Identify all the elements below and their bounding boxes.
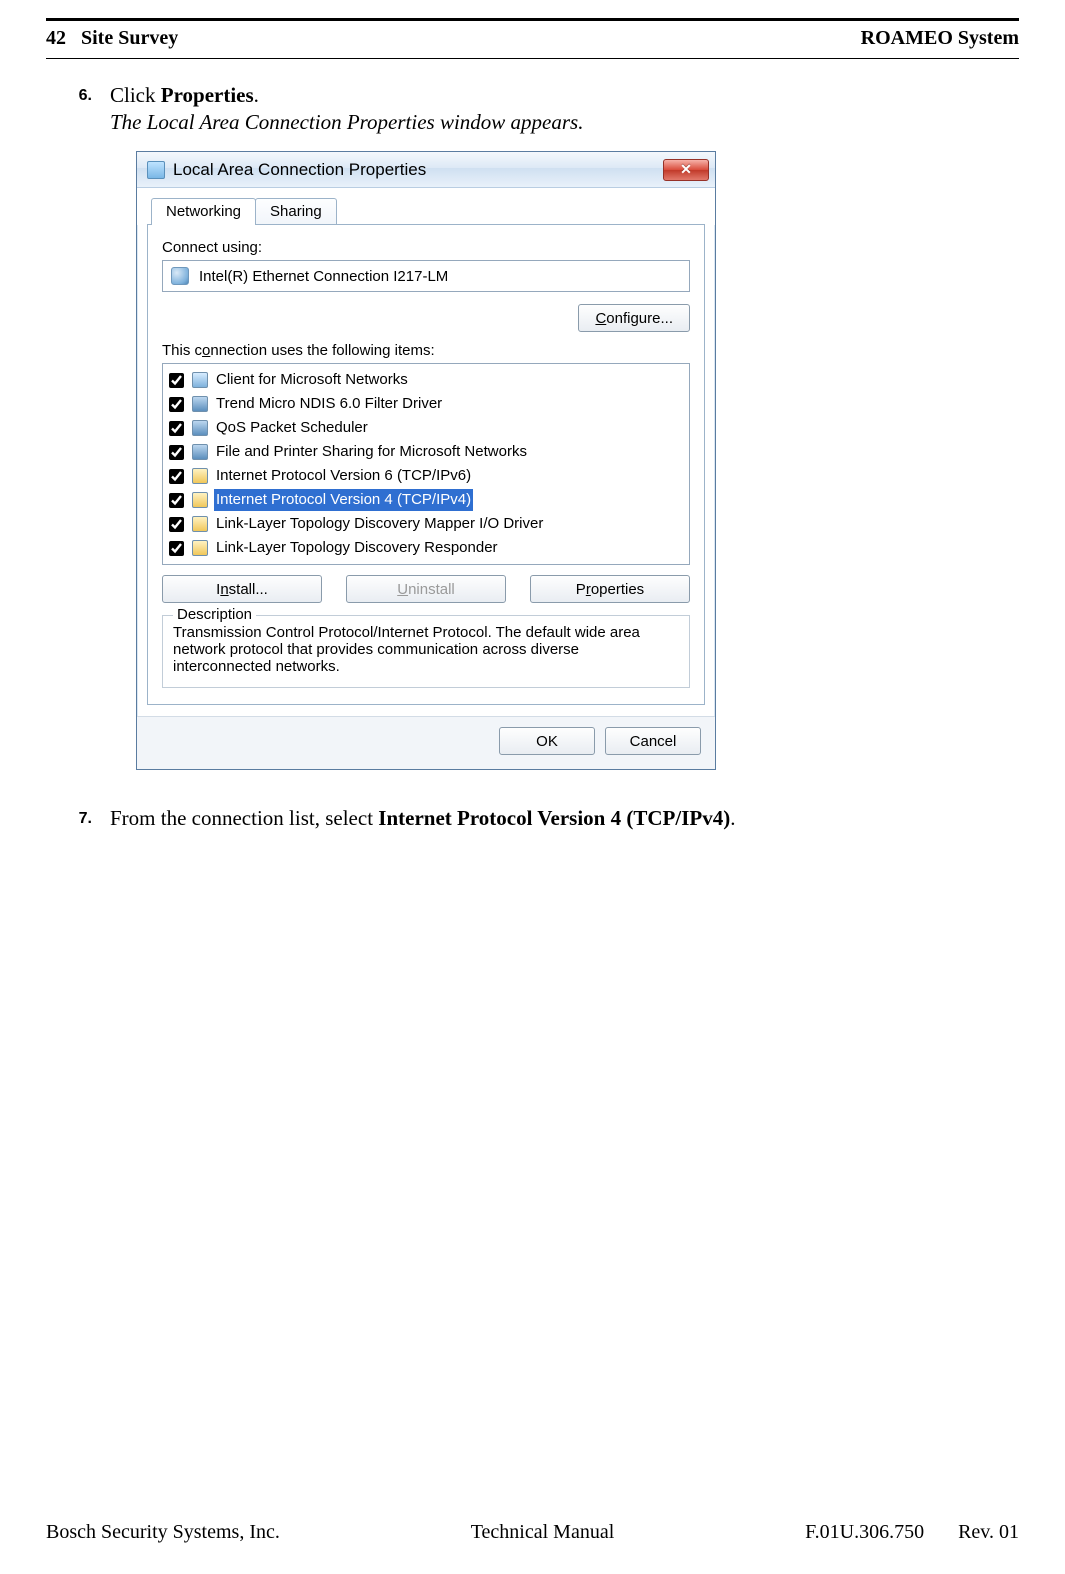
item-label: Client for Microsoft Networks [214, 369, 410, 391]
step-text-pre: Click [110, 83, 161, 107]
step-number: 6. [64, 83, 92, 105]
step-text-bold: Internet Protocol Version 4 (TCP/IPv4) [378, 806, 730, 830]
connection-item[interactable]: Internet Protocol Version 6 (TCP/IPv6) [165, 464, 687, 488]
step-body: From the connection list, select Interne… [110, 806, 1019, 831]
item-checkbox[interactable] [169, 397, 184, 412]
item-label: File and Printer Sharing for Microsoft N… [214, 441, 529, 463]
header-right: ROAMEO System [861, 27, 1019, 50]
configure-button[interactable]: Configure... [578, 304, 690, 332]
adapter-name: Intel(R) Ethernet Connection I217-LM [199, 268, 448, 285]
component-icon [192, 372, 208, 388]
adapter-icon [171, 267, 189, 285]
item-checkbox[interactable] [169, 421, 184, 436]
install-button[interactable]: Install... [162, 575, 322, 603]
component-icon [192, 492, 208, 508]
connection-item[interactable]: File and Printer Sharing for Microsoft N… [165, 440, 687, 464]
page-number: 42 [46, 27, 66, 49]
page-footer: Bosch Security Systems, Inc. Technical M… [46, 1521, 1019, 1544]
item-checkbox[interactable] [169, 373, 184, 388]
connection-item[interactable]: Link-Layer Topology Discovery Mapper I/O… [165, 512, 687, 536]
connection-item[interactable]: Trend Micro NDIS 6.0 Filter Driver [165, 392, 687, 416]
item-label: Internet Protocol Version 4 (TCP/IPv4) [214, 489, 473, 511]
component-icon [192, 396, 208, 412]
tab-panel: Connect using: Intel(R) Ethernet Connect… [147, 224, 705, 705]
dialog-title: Local Area Connection Properties [173, 160, 426, 180]
item-label: Internet Protocol Version 6 (TCP/IPv6) [214, 465, 473, 487]
titlebar[interactable]: Local Area Connection Properties ✕ [137, 152, 715, 188]
footer-docnum: F.01U.306.750 [805, 1521, 924, 1544]
page-header: 42 Site Survey ROAMEO System [46, 23, 1019, 56]
item-checkbox[interactable] [169, 445, 184, 460]
step-caption: The Local Area Connection Properties win… [110, 110, 1019, 135]
items-label: This connection uses the following items… [162, 342, 690, 359]
close-icon: ✕ [680, 161, 692, 178]
step-text-post: . [730, 806, 735, 830]
connection-item[interactable]: Client for Microsoft Networks [165, 368, 687, 392]
component-icon [192, 540, 208, 556]
item-checkbox[interactable] [169, 517, 184, 532]
step-text-bold: Properties [161, 83, 254, 107]
component-icon [192, 420, 208, 436]
description-legend: Description [173, 606, 256, 623]
step-body: Click Properties. The Local Area Connect… [110, 83, 1019, 796]
ok-button[interactable]: OK [499, 727, 595, 755]
connection-items-list[interactable]: Client for Microsoft NetworksTrend Micro… [162, 363, 690, 565]
footer-left: Bosch Security Systems, Inc. [46, 1521, 280, 1544]
adapter-field[interactable]: Intel(R) Ethernet Connection I217-LM [162, 260, 690, 292]
tab-networking[interactable]: Networking [151, 198, 256, 225]
component-icon [192, 468, 208, 484]
tabstrip: Networking Sharing [137, 188, 715, 225]
connect-using-label: Connect using: [162, 239, 690, 256]
properties-dialog: Local Area Connection Properties ✕ Netwo… [136, 151, 716, 770]
network-icon [147, 161, 165, 179]
step-number: 7. [64, 806, 92, 828]
section-title: Site Survey [81, 27, 178, 49]
tab-sharing[interactable]: Sharing [255, 198, 337, 225]
item-label: Trend Micro NDIS 6.0 Filter Driver [214, 393, 444, 415]
component-icon [192, 516, 208, 532]
footer-center: Technical Manual [471, 1521, 615, 1544]
dialog-footer: OK Cancel [137, 716, 715, 769]
item-label: Link-Layer Topology Discovery Responder [214, 537, 500, 559]
step-text-post: . [254, 83, 259, 107]
item-label: QoS Packet Scheduler [214, 417, 370, 439]
connection-item[interactable]: Internet Protocol Version 4 (TCP/IPv4) [165, 488, 687, 512]
footer-rev: Rev. 01 [958, 1521, 1019, 1544]
item-label: Link-Layer Topology Discovery Mapper I/O… [214, 513, 545, 535]
close-button[interactable]: ✕ [663, 159, 709, 181]
component-icon [192, 444, 208, 460]
connection-item[interactable]: Link-Layer Topology Discovery Responder [165, 536, 687, 560]
step-text-pre: From the connection list, select [110, 806, 378, 830]
item-checkbox[interactable] [169, 493, 184, 508]
description-group: Description Transmission Control Protoco… [162, 615, 690, 688]
uninstall-button: Uninstall [346, 575, 506, 603]
cancel-button[interactable]: Cancel [605, 727, 701, 755]
item-checkbox[interactable] [169, 541, 184, 556]
item-checkbox[interactable] [169, 469, 184, 484]
connection-item[interactable]: QoS Packet Scheduler [165, 416, 687, 440]
description-text: Transmission Control Protocol/Internet P… [173, 624, 679, 675]
properties-button[interactable]: Properties [530, 575, 690, 603]
rule-thick [46, 18, 1019, 21]
